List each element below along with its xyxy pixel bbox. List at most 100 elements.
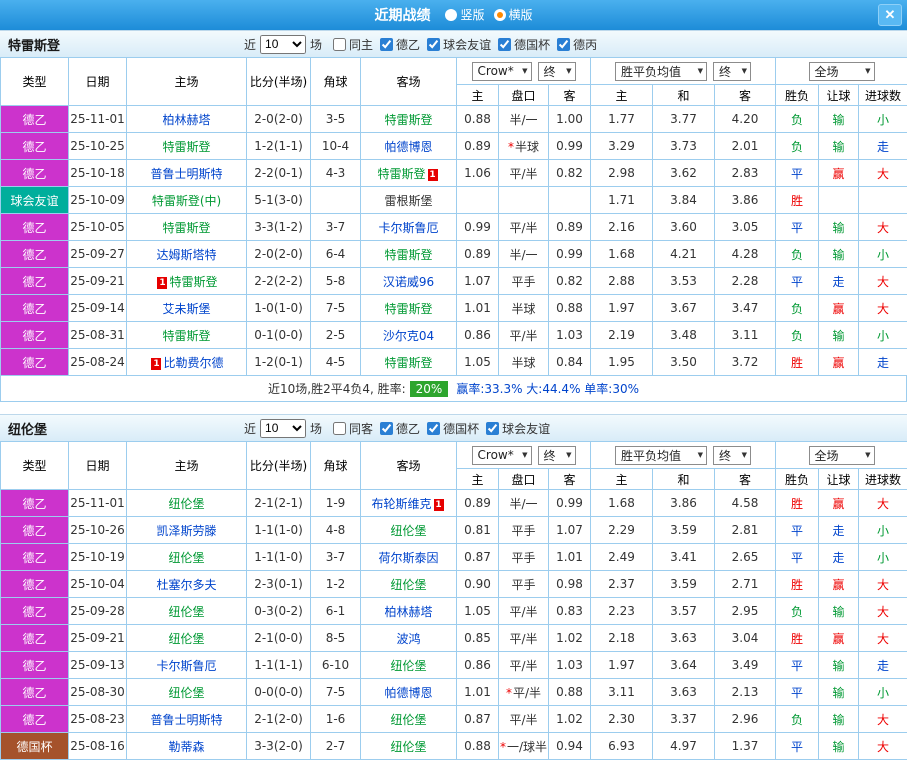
match-count-select[interactable]: 10	[260, 419, 306, 438]
col-header-home: 主场	[127, 58, 247, 106]
fulltime-dropdown[interactable]: 全场▼	[809, 446, 875, 465]
home-team-link[interactable]: 纽伦堡	[168, 686, 204, 700]
avg-home-odds: 3.11	[591, 679, 653, 706]
filter-checkbox-1[interactable]: 德乙	[380, 36, 420, 53]
final-odds-dropdown[interactable]: 终▼	[538, 446, 576, 465]
asian-handicap: 半/一	[499, 106, 549, 133]
home-team-link[interactable]: 勒蒂森	[168, 740, 204, 754]
checkbox-input[interactable]	[333, 38, 346, 51]
final-avg-dropdown[interactable]: 终▼	[713, 446, 751, 465]
away-team-link[interactable]: 特雷斯登	[384, 356, 432, 370]
away-team-link[interactable]: 纽伦堡	[390, 524, 426, 538]
checkbox-input[interactable]	[427, 422, 440, 435]
match-count-select[interactable]: 10	[260, 35, 306, 54]
odds-company-dropdown[interactable]: Crow*▼	[472, 62, 532, 81]
home-team-link[interactable]: 纽伦堡	[168, 632, 204, 646]
home-team-link[interactable]: 纽伦堡	[168, 551, 204, 565]
home-team-link[interactable]: 凯泽斯劳滕	[156, 524, 216, 538]
asian-away-odds: 1.07	[549, 517, 591, 544]
home-team-link[interactable]: 纽伦堡	[168, 605, 204, 619]
away-team: 纽伦堡	[361, 517, 457, 544]
filter-checkbox-2[interactable]: 球会友谊	[427, 36, 491, 53]
away-team-link[interactable]: 特雷斯登	[377, 167, 425, 181]
goals-result: 小	[859, 106, 907, 133]
home-team: 1比勒费尔德	[127, 349, 247, 376]
filter-checkbox-4[interactable]: 德丙	[557, 36, 597, 53]
home-team-link[interactable]: 特雷斯登(中)	[152, 194, 221, 208]
score: 2-2(0-1)	[247, 160, 311, 187]
away-team-link[interactable]: 纽伦堡	[390, 659, 426, 673]
handicap-result: 输	[819, 241, 859, 268]
checkbox-input[interactable]	[498, 38, 511, 51]
home-team-link[interactable]: 特雷斯登	[169, 275, 217, 289]
handicap-result: 赢	[819, 490, 859, 517]
away-team-link[interactable]: 纽伦堡	[390, 578, 426, 592]
home-team-link[interactable]: 艾未斯堡	[162, 302, 210, 316]
checkbox-input[interactable]	[557, 38, 570, 51]
asian-handicap: 半球	[499, 295, 549, 322]
filter-checkbox-3[interactable]: 德国杯	[498, 36, 550, 53]
away-team-link[interactable]: 帕德博恩	[384, 140, 432, 154]
home-team-link[interactable]: 普鲁士明斯特	[150, 713, 222, 727]
checkbox-input[interactable]	[333, 422, 346, 435]
away-team-link[interactable]: 特雷斯登	[384, 302, 432, 316]
home-team-link[interactable]: 纽伦堡	[168, 497, 204, 511]
league-badge: 德乙	[1, 241, 69, 268]
away-team: 帕德博恩	[361, 679, 457, 706]
away-team-link[interactable]: 特雷斯登	[384, 248, 432, 262]
league-badge: 德乙	[1, 706, 69, 733]
handicap-result: 输	[819, 598, 859, 625]
layout-radio-1[interactable]: 横版	[494, 6, 533, 23]
away-team-link[interactable]: 纽伦堡	[390, 713, 426, 727]
home-team-link[interactable]: 特雷斯登	[162, 221, 210, 235]
checkbox-input[interactable]	[380, 422, 393, 435]
close-button[interactable]: ✕	[878, 4, 902, 26]
home-team-link[interactable]: 普鲁士明斯特	[150, 167, 222, 181]
home-team-link[interactable]: 比勒费尔德	[163, 356, 223, 370]
away-team-link[interactable]: 帕德博恩	[384, 686, 432, 700]
match-row: 德乙25-10-19纽伦堡1-1(1-0)3-7荷尔斯泰因0.87平手1.012…	[1, 544, 907, 571]
handicap-result: 赢	[819, 160, 859, 187]
asian-away-odds: 0.83	[549, 598, 591, 625]
away-team-link[interactable]: 特雷斯登	[384, 113, 432, 127]
filter-checkbox-3[interactable]: 球会友谊	[486, 420, 550, 437]
filter-checkbox-1[interactable]: 德乙	[380, 420, 420, 437]
filter-checkbox-0[interactable]: 同客	[333, 420, 373, 437]
away-team-link[interactable]: 布轮斯维克	[371, 497, 431, 511]
col-header-corners: 角球	[311, 442, 361, 490]
checkbox-label: 球会友谊	[443, 36, 491, 53]
home-team-link[interactable]: 达姆斯塔特	[156, 248, 216, 262]
avg-odds-dropdown[interactable]: 胜平负均值▼	[615, 62, 707, 81]
home-team-link[interactable]: 杜塞尔多夫	[156, 578, 216, 592]
checkbox-input[interactable]	[380, 38, 393, 51]
fulltime-dropdown[interactable]: 全场▼	[809, 62, 875, 81]
away-team-link[interactable]: 荷尔斯泰因	[378, 551, 438, 565]
checkbox-input[interactable]	[486, 422, 499, 435]
col-header-result: 胜负	[776, 85, 819, 106]
layout-radio-0[interactable]: 竖版	[445, 6, 484, 23]
home-team-link[interactable]: 卡尔斯鲁厄	[156, 659, 216, 673]
away-team-link[interactable]: 柏林赫塔	[384, 605, 432, 619]
home-team-link[interactable]: 柏林赫塔	[162, 113, 210, 127]
filter-checkbox-0[interactable]: 同主	[333, 36, 373, 53]
away-team-link[interactable]: 汉诺威96	[383, 275, 434, 289]
asian-away-odds: 1.00	[549, 106, 591, 133]
home-team-link[interactable]: 特雷斯登	[162, 329, 210, 343]
home-team-link[interactable]: 特雷斯登	[162, 140, 210, 154]
avg-away-odds: 2.01	[715, 133, 776, 160]
away-team-link[interactable]: 波鸿	[396, 632, 420, 646]
filter-checkbox-2[interactable]: 德国杯	[427, 420, 479, 437]
filter-controls: 近10场同主德乙球会友谊德国杯德丙	[240, 35, 597, 54]
away-team-link[interactable]: 卡尔斯鲁厄	[378, 221, 438, 235]
score: 2-3(0-1)	[247, 571, 311, 598]
chevron-down-icon: ▼	[698, 67, 703, 75]
checkbox-input[interactable]	[427, 38, 440, 51]
away-team-link[interactable]: 沙尔克04	[383, 329, 434, 343]
avg-draw-odds: 3.63	[653, 625, 715, 652]
final-odds-dropdown[interactable]: 终▼	[538, 62, 576, 81]
final-avg-dropdown[interactable]: 终▼	[713, 62, 751, 81]
odds-company-dropdown[interactable]: Crow*▼	[472, 446, 532, 465]
away-team-link[interactable]: 纽伦堡	[390, 740, 426, 754]
avg-odds-dropdown[interactable]: 胜平负均值▼	[615, 446, 707, 465]
away-team-link[interactable]: 雷根斯堡	[384, 194, 432, 208]
